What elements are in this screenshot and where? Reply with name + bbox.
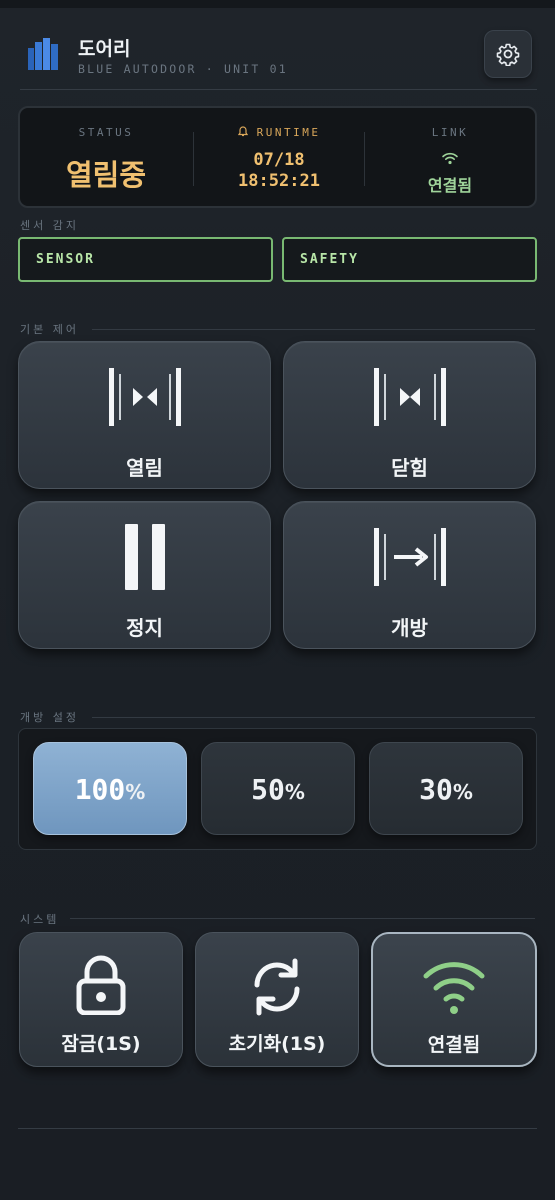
building-logo-icon [28,38,58,70]
safety-indicator: SAFETY [282,237,537,282]
gear-icon [496,43,520,66]
stop-button-label: 정지 [126,616,163,640]
section-line [70,918,535,919]
wifi-icon [442,152,458,165]
link-section: LINK 연결됨 [365,108,535,206]
basic-control-section-label: 기본 제어 [20,323,79,336]
settings-button[interactable] [484,30,532,78]
safety-label: SAFETY [300,252,359,267]
sensor-section-label: 센서 감지 [20,219,79,232]
app-subtitle: BLUE AUTODOOR · UNIT 01 [78,62,288,76]
section-line [92,329,535,330]
status-value: 열림중 [65,158,147,192]
percent-unit: % [125,780,146,804]
runtime-label: RUNTIME [256,126,321,139]
hold-open-button-label: 개방 [391,616,428,640]
close-button-label: 닫힘 [391,456,428,480]
sensor-label: SENSOR [36,252,95,267]
lock-button-label: 잠금(1S) [61,1033,141,1055]
open-30-value: 30 [419,773,453,806]
open-setting-section-label: 개방 설정 [20,711,79,724]
open-50-button[interactable]: 50% [201,742,355,835]
sensor-indicator: SENSOR [18,237,273,282]
open-button[interactable]: 열림 [18,341,271,489]
door-close-icon [373,368,446,426]
percent-unit: % [452,780,473,804]
app-screen: 도어리 BLUE AUTODOOR · UNIT 01 STATUS 열림중 R… [0,0,555,1200]
hold-open-button[interactable]: 개방 [283,501,536,649]
runtime-date: 07/18 [253,150,305,170]
stop-button[interactable]: 정지 [18,501,271,649]
open-100-value: 100 [74,773,126,806]
open-100-button[interactable]: 100% [33,742,187,835]
runtime-time: 18:52:21 [238,171,320,191]
link-value: 연결됨 [427,176,473,195]
lock-button[interactable]: 잠금(1S) [19,932,183,1067]
lock-icon [76,955,126,1015]
status-section: STATUS 열림중 [20,108,192,206]
reset-button[interactable]: 초기화(1S) [195,932,359,1067]
percent-unit: % [284,780,305,804]
door-open-icon [108,368,181,426]
runtime-label-row: RUNTIME [194,126,364,139]
section-line [92,717,535,718]
open-30-button[interactable]: 30% [369,742,523,835]
app-title: 도어리 [78,38,131,60]
wifi-icon [423,962,485,1014]
refresh-icon [254,958,300,1016]
status-label: STATUS [78,126,134,139]
reset-button-label: 초기화(1S) [228,1033,326,1055]
top-edge [0,0,555,8]
close-button[interactable]: 닫힘 [283,341,536,489]
bell-icon [237,126,248,137]
connection-button-label: 연결됨 [427,1034,481,1056]
link-label: LINK [431,126,469,139]
open-50-value: 50 [251,773,285,806]
header-divider [20,89,537,90]
header: 도어리 BLUE AUTODOOR · UNIT 01 [26,28,536,80]
status-panel: STATUS 열림중 RUNTIME 07/18 18:52:21 LINK 연… [18,106,537,208]
pause-icon [124,524,165,590]
door-hold-open-icon [373,528,446,586]
connection-button[interactable]: 연결됨 [371,932,537,1067]
open-button-label: 열림 [126,456,163,480]
system-section-label: 시스템 [20,913,60,926]
runtime-section: RUNTIME 07/18 18:52:21 [194,108,364,206]
footer-divider [18,1128,537,1129]
